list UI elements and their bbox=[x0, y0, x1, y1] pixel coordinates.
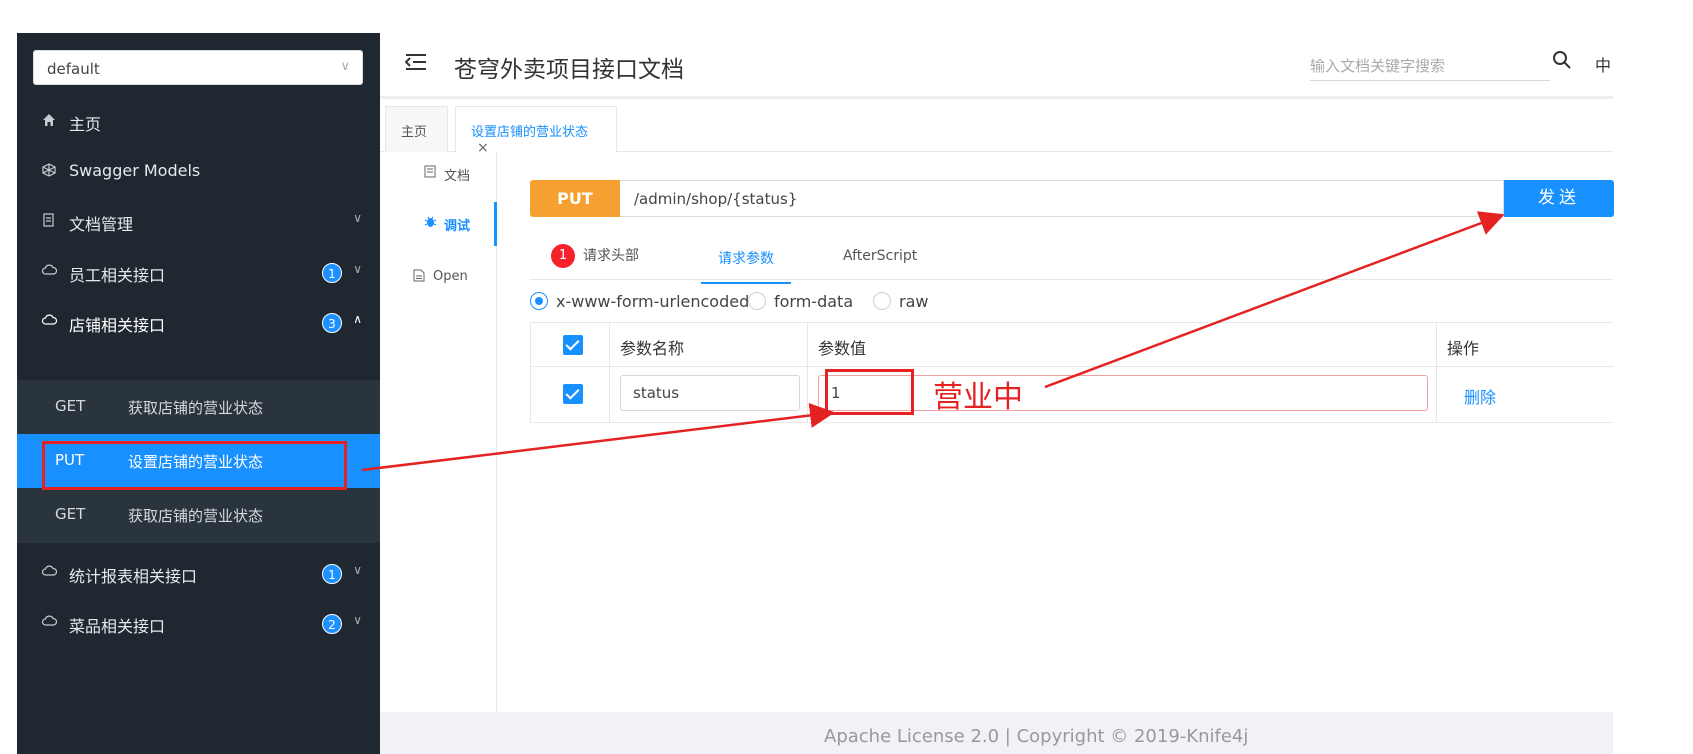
radio-checked-icon bbox=[530, 292, 548, 310]
select-all-checkbox[interactable] bbox=[563, 335, 583, 355]
annotation-label: 营业中 bbox=[933, 380, 1023, 415]
radio-label: x-www-form-urlencoded bbox=[556, 292, 750, 311]
menu-collapse-icon[interactable] bbox=[404, 52, 427, 77]
home-icon bbox=[40, 113, 58, 131]
tab-label: 请求参数 bbox=[718, 251, 774, 267]
radio-label: form-data bbox=[774, 292, 854, 311]
chevron-down-icon: ∨ bbox=[353, 262, 362, 276]
doc-subnav: 文档 调试 Open bbox=[380, 152, 497, 712]
sidebar-item-shop[interactable]: 店铺相关接口 3 ∧ bbox=[17, 296, 380, 350]
chevron-down-icon: ∨ bbox=[353, 563, 362, 577]
chevron-up-icon: ∧ bbox=[353, 312, 362, 326]
chevron-down-icon: ∨ bbox=[353, 613, 362, 627]
count-badge: 3 bbox=[322, 313, 342, 333]
cloud-icon bbox=[40, 565, 58, 583]
param-name-input[interactable]: status bbox=[620, 375, 800, 411]
app-root: default ∨ 主页 Swagger Models 文档管理 ∨ 员工相关接… bbox=[0, 0, 1693, 754]
submenu-item-get-status-2[interactable]: GET 获取店铺的营业状态 bbox=[17, 488, 380, 542]
doc-tabs: 主页 设置店铺的营业状态× bbox=[380, 102, 1613, 156]
annotation-highlight-box bbox=[42, 441, 347, 490]
tab-set-shop-status[interactable]: 设置店铺的营业状态× bbox=[455, 106, 617, 156]
count-badge: 1 bbox=[551, 244, 575, 268]
sidebar-item-label: 店铺相关接口 bbox=[69, 316, 166, 335]
method-label: GET bbox=[55, 397, 86, 415]
subnav-open[interactable]: Open bbox=[380, 256, 497, 300]
tab-label: 设置店铺的营业状态 bbox=[471, 125, 589, 140]
sidebar-item-employee[interactable]: 员工相关接口 1 ∨ bbox=[17, 246, 380, 300]
tab-label: 主页 bbox=[401, 125, 428, 140]
radio-label: raw bbox=[899, 292, 929, 311]
sidebar-item-label: 文档管理 bbox=[69, 215, 134, 234]
sidebar-item-doc-manage[interactable]: 文档管理 ∨ bbox=[17, 195, 380, 249]
cloud-icon bbox=[40, 264, 58, 282]
tab-label: AfterScript bbox=[843, 248, 918, 264]
column-header: 参数值 bbox=[818, 339, 867, 358]
chevron-down-icon: ∨ bbox=[353, 211, 362, 225]
submenu-item-label: 获取店铺的营业状态 bbox=[128, 507, 264, 525]
radio-unchecked-icon bbox=[873, 292, 891, 310]
subnav-label: Open bbox=[433, 269, 468, 284]
method-label: GET bbox=[55, 505, 86, 523]
sidebar: default ∨ 主页 Swagger Models 文档管理 ∨ 员工相关接… bbox=[17, 33, 380, 754]
subnav-debug[interactable]: 调试 bbox=[380, 202, 497, 246]
http-method-badge: PUT bbox=[530, 180, 620, 217]
count-badge: 1 bbox=[322, 263, 342, 283]
language-switch[interactable]: 中 bbox=[1595, 52, 1611, 76]
chevron-down-icon: ∨ bbox=[340, 59, 350, 74]
delete-link[interactable]: 删除 bbox=[1464, 384, 1496, 408]
search-input[interactable]: 输入文档关键字搜索 bbox=[1310, 49, 1550, 81]
param-table: 参数名称 参数值 操作 status 1 删除 bbox=[530, 322, 1614, 423]
footer-text: Apache License 2.0 | Copyright © 2019-Kn… bbox=[824, 726, 1249, 747]
column-header: 操作 bbox=[1447, 339, 1480, 358]
radio-urlencoded[interactable]: x-www-form-urlencoded bbox=[530, 292, 749, 311]
annotation-highlight-box bbox=[825, 369, 914, 415]
table-header-row: 参数名称 参数值 操作 bbox=[531, 323, 1614, 367]
count-badge: 1 bbox=[322, 564, 342, 584]
subnav-doc[interactable]: 文档 bbox=[380, 152, 497, 196]
group-select-value: default bbox=[47, 60, 100, 78]
tab-request-headers[interactable]: 1 请求头部 bbox=[551, 244, 639, 280]
radio-raw[interactable]: raw bbox=[873, 292, 928, 311]
sidebar-item-label: 主页 bbox=[69, 115, 102, 134]
group-select[interactable]: default ∨ bbox=[33, 50, 363, 85]
open-icon bbox=[413, 269, 425, 286]
page-title: 苍穹外卖项目接口文档 bbox=[454, 57, 684, 83]
bug-icon bbox=[424, 215, 437, 232]
url-input[interactable]: /admin/shop/{status} bbox=[620, 180, 1504, 217]
sidebar-item-stats[interactable]: 统计报表相关接口 1 ∨ bbox=[17, 547, 380, 601]
row-checkbox[interactable] bbox=[563, 384, 583, 404]
cloud-icon bbox=[40, 314, 58, 332]
top-header: 苍穹外卖项目接口文档 输入文档关键字搜索 中 bbox=[380, 33, 1613, 99]
search-placeholder: 输入文档关键字搜索 bbox=[1310, 57, 1446, 75]
param-tabs: 1 请求头部 请求参数 AfterScript bbox=[530, 232, 1613, 284]
doc-manage-icon bbox=[40, 213, 58, 231]
tab-request-params[interactable]: 请求参数 bbox=[701, 248, 791, 284]
footer: Apache License 2.0 | Copyright © 2019-Kn… bbox=[380, 712, 1613, 754]
radio-form-data[interactable]: form-data bbox=[748, 292, 853, 311]
count-badge: 2 bbox=[322, 614, 342, 634]
sidebar-item-home[interactable]: 主页 bbox=[17, 95, 380, 149]
cube-icon bbox=[40, 163, 58, 181]
submenu-item-get-status[interactable]: GET 获取店铺的营业状态 bbox=[17, 380, 380, 434]
send-button[interactable]: 发送 bbox=[1504, 180, 1614, 217]
sidebar-item-label: 菜品相关接口 bbox=[69, 617, 166, 636]
sidebar-item-label: 员工相关接口 bbox=[69, 266, 166, 285]
doc-icon bbox=[424, 165, 436, 182]
column-header: 参数名称 bbox=[620, 339, 685, 358]
sidebar-item-dish[interactable]: 菜品相关接口 2 ∨ bbox=[17, 597, 380, 651]
sidebar-item-label: Swagger Models bbox=[69, 161, 201, 180]
tab-label: 请求头部 bbox=[583, 248, 639, 264]
subnav-label: 文档 bbox=[444, 169, 471, 184]
search-icon[interactable] bbox=[1552, 50, 1574, 72]
cloud-icon bbox=[40, 615, 58, 633]
sidebar-item-label: 统计报表相关接口 bbox=[69, 567, 198, 586]
tab-home[interactable]: 主页 bbox=[385, 106, 448, 152]
sidebar-item-swagger-models[interactable]: Swagger Models bbox=[17, 145, 380, 199]
tab-afterscript[interactable]: AfterScript bbox=[843, 248, 917, 284]
submenu-item-label: 获取店铺的营业状态 bbox=[128, 399, 264, 417]
subnav-label: 调试 bbox=[444, 219, 471, 234]
radio-unchecked-icon bbox=[748, 292, 766, 310]
